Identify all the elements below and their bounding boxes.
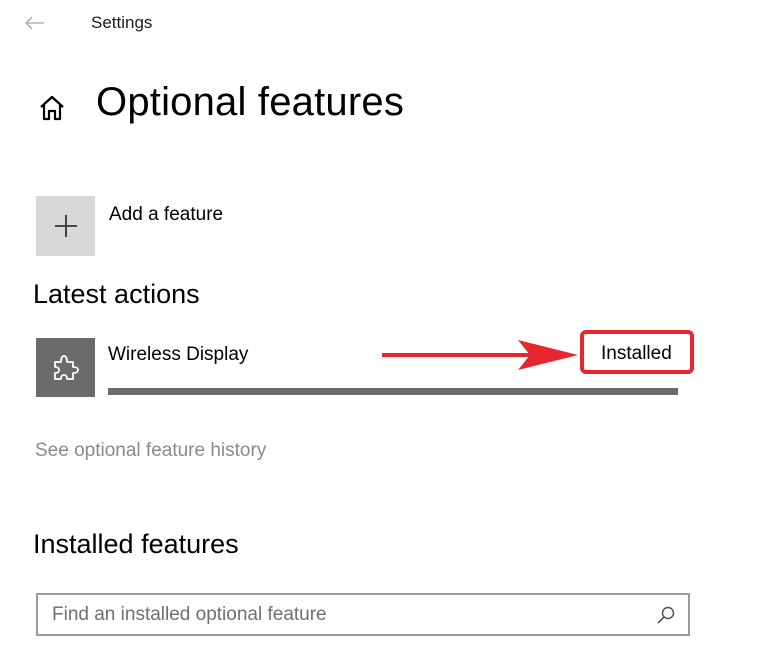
search-input[interactable]	[52, 601, 642, 629]
feature-history-link[interactable]: See optional feature history	[35, 440, 266, 462]
status-badge: Installed	[601, 343, 672, 364]
back-button[interactable]	[18, 8, 52, 38]
home-icon[interactable]	[36, 92, 68, 124]
page-title: Optional features	[96, 80, 405, 124]
puzzle-piece-icon	[53, 354, 79, 380]
search-icon[interactable]	[656, 605, 676, 625]
back-arrow-icon	[25, 16, 44, 30]
add-feature-label: Add a feature	[109, 204, 224, 225]
annotation-arrow	[382, 340, 578, 370]
install-progress-fill	[108, 388, 678, 395]
feature-tile	[36, 338, 95, 397]
plus-icon	[54, 215, 77, 237]
latest-actions-heading: Latest actions	[33, 279, 200, 309]
add-feature-tile	[36, 196, 95, 256]
installed-features-heading: Installed features	[33, 529, 239, 559]
app-title: Settings	[91, 13, 153, 32]
settings-window: Settings Optional features Add a feature…	[0, 0, 768, 671]
add-feature-button[interactable]: Add a feature	[36, 196, 296, 256]
install-progress-bar	[108, 388, 678, 395]
feature-name: Wireless Display	[108, 344, 249, 365]
search-box[interactable]	[36, 593, 690, 636]
